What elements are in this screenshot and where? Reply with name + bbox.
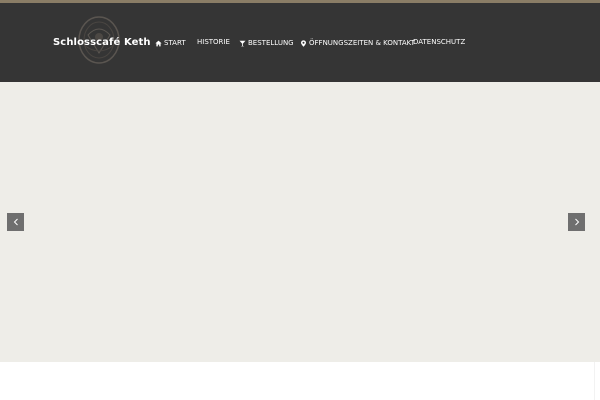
slider-next-button[interactable] [568, 213, 585, 231]
nav-item-bestellung[interactable]: BESTELLUNG [239, 38, 294, 47]
site-brand-link[interactable]: Schlosscafé Keth [53, 37, 151, 48]
home-icon [155, 40, 162, 47]
cocktail-glass-icon [239, 40, 246, 47]
nav-item-label: HISTORIE [197, 38, 230, 46]
chevron-left-icon [13, 218, 18, 226]
nav-item-label: START [164, 38, 186, 47]
page: Schlosscafé Keth START HISTORIE BESTELLU… [0, 0, 600, 400]
map-pin-icon [300, 40, 307, 47]
nav-item-label: DATENSCHUTZ [413, 38, 466, 46]
nav-item-oeffnungszeiten-kontakt[interactable]: ÖFFNUNGSZEITEN & KONTAKT [300, 38, 415, 47]
nav-item-datenschutz[interactable]: DATENSCHUTZ [413, 38, 465, 46]
slider-prev-button[interactable] [7, 213, 24, 231]
page-edge-divider [594, 362, 595, 400]
chevron-right-icon [574, 218, 579, 226]
nav-item-label: ÖFFNUNGSZEITEN & KONTAKT [309, 38, 415, 47]
hero-slider [0, 82, 600, 362]
nav-item-start[interactable]: START [155, 38, 186, 47]
nav-item-historie[interactable]: HISTORIE [197, 38, 230, 46]
site-header: Schlosscafé Keth START HISTORIE BESTELLU… [0, 3, 600, 82]
nav-item-label: BESTELLUNG [248, 38, 294, 47]
content-area [0, 362, 600, 400]
